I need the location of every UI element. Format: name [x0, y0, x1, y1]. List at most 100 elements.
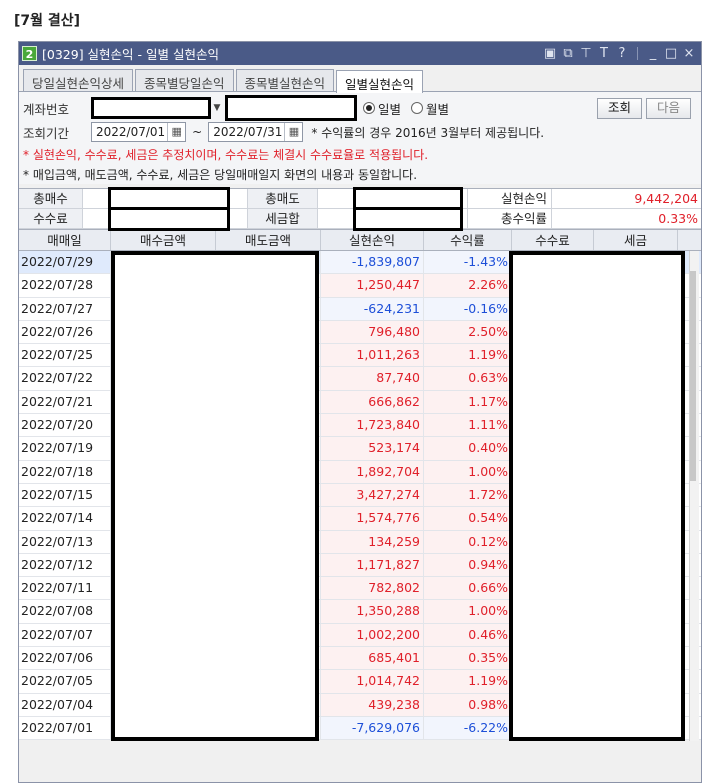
tab-bar: 당일실현손익상세 종목별당일손익 종목별실현손익 일별실현손익: [19, 65, 701, 93]
period-label: 조회기간: [23, 125, 70, 141]
header-buy-amount[interactable]: 매수금액: [111, 230, 216, 250]
header-trade-date[interactable]: 매매일: [19, 230, 111, 250]
close-icon[interactable]: ×: [681, 46, 697, 62]
minimize-icon[interactable]: _: [645, 46, 661, 62]
return-rate-cell: 0.40%: [424, 437, 512, 460]
realized-pnl-cell: 1,171,827: [321, 553, 424, 577]
trade-date-cell: 2022/07/27: [19, 297, 111, 320]
trade-date-cell: 2022/07/01: [19, 716, 111, 740]
return-rate-cell: -0.16%: [424, 297, 512, 320]
trade-date-cell: 2022/07/26: [19, 320, 111, 344]
total-return-label: 총수익률: [468, 209, 552, 228]
return-rate-cell: 0.94%: [424, 553, 512, 577]
return-rate-cell: 1.72%: [424, 483, 512, 507]
tax-total-value: [318, 207, 468, 231]
trade-date-cell: 2022/07/07: [19, 623, 111, 647]
trade-date-cell: 2022/07/15: [19, 483, 111, 507]
realized-pnl-window: 2 [0329] 실현손익 - 일별 실현손익 ▣ ⧉ ⊤ T ? _ □ × …: [18, 41, 702, 783]
trade-date-cell: 2022/07/11: [19, 577, 111, 600]
realized-pnl-cell: 1,014,742: [321, 670, 424, 693]
trade-date-cell: 2022/07/18: [19, 460, 111, 483]
return-rate-cell: -6.22%: [424, 716, 512, 740]
scrollbar-thumb[interactable]: [690, 271, 696, 481]
new-window-icon[interactable]: ⧉: [560, 46, 576, 62]
tab-daily-realized-detail[interactable]: 당일실현손익상세: [23, 69, 134, 91]
calendar-icon[interactable]: ▦: [167, 123, 185, 141]
grid-body: 2022/07/29 -1,839,807 -1.43% 2022/07/28 1,25…: [19, 251, 701, 741]
trade-date-cell: 2022/07/20: [19, 414, 111, 437]
header-sell-amount[interactable]: 매도금액: [216, 230, 321, 250]
calendar-icon[interactable]: ▦: [284, 123, 302, 141]
trade-date-cell: 2022/07/14: [19, 507, 111, 530]
header-fee[interactable]: 수수료: [512, 230, 594, 250]
end-date-field[interactable]: 2022/07/31 ▦: [208, 122, 304, 142]
return-rate-cell: 0.35%: [424, 647, 512, 670]
return-rate-cell: 1.00%: [424, 600, 512, 623]
trade-date-cell: 2022/07/12: [19, 553, 111, 577]
help-icon[interactable]: ?: [614, 46, 630, 62]
pin-icon[interactable]: ⊤: [578, 46, 594, 62]
window-titlebar[interactable]: 2 [0329] 실현손익 - 일별 실현손익 ▣ ⧉ ⊤ T ? _ □ ×: [19, 42, 701, 65]
summary-table: 총매수 총매도 실현손익 9,442,204 수수료 세금합 총수익률 0.33…: [19, 187, 701, 231]
fee-tax-redacted: [509, 251, 685, 741]
return-rate-cell: 1.19%: [424, 344, 512, 367]
date-separator: ~: [192, 125, 203, 139]
radio-monthly[interactable]: 월별: [411, 99, 449, 118]
trade-date-cell: 2022/07/28: [19, 274, 111, 297]
radio-daily-label: 일별: [378, 101, 402, 117]
end-date-value: 2022/07/31: [213, 125, 283, 139]
radio-dot-daily[interactable]: [363, 102, 375, 114]
trade-date-cell: 2022/07/05: [19, 670, 111, 693]
grid-header: 매매일 매수금액 매도금액 실현손익 수익률 수수료 세금: [19, 229, 701, 251]
buy-sell-amounts-redacted: [111, 251, 319, 741]
realized-pnl-cell: 666,862: [321, 390, 424, 414]
realized-pnl-cell: 782,802: [321, 577, 424, 600]
realized-pnl-cell: 685,401: [321, 647, 424, 670]
return-rate-cell: 1.00%: [424, 460, 512, 483]
start-date-field[interactable]: 2022/07/01 ▦: [91, 122, 187, 142]
realized-pnl-cell: 1,350,288: [321, 600, 424, 623]
return-rate-cell: 1.19%: [424, 670, 512, 693]
return-rate-cell: -1.43%: [424, 251, 512, 274]
maximize-icon[interactable]: □: [663, 46, 679, 62]
tab-daily-realized-pnl[interactable]: 일별실현손익: [336, 70, 424, 93]
fee-value: [83, 207, 248, 231]
header-spacer: [678, 230, 701, 250]
start-date-value: 2022/07/01: [96, 125, 166, 139]
header-return-rate[interactable]: 수익률: [424, 230, 512, 250]
chevron-down-icon[interactable]: ▼: [211, 99, 223, 117]
control-divider: [637, 47, 638, 60]
trade-date-cell: 2022/07/06: [19, 647, 111, 670]
account-label: 계좌번호: [23, 101, 70, 117]
return-rate-cell: 1.11%: [424, 414, 512, 437]
tab-stock-daily-pnl[interactable]: 종목별당일손익: [135, 69, 234, 91]
tab-stock-realized-pnl[interactable]: 종목별실현손익: [235, 69, 335, 91]
total-buy-label: 총매수: [19, 189, 83, 208]
realized-pnl-value: 9,442,204: [552, 189, 701, 208]
realized-pnl-cell: 796,480: [321, 320, 424, 344]
next-button[interactable]: 다음: [645, 97, 691, 119]
period-note: * 수익률의 경우 2016년 3월부터 제공됩니다.: [311, 125, 545, 140]
trade-date-cell: 2022/07/19: [19, 437, 111, 460]
search-button[interactable]: 조회: [596, 97, 642, 119]
trade-date-cell: 2022/07/22: [19, 367, 111, 390]
info-note: * 매입금액, 매도금액, 수수료, 세금은 당일매매일지 화면의 내용과 동일…: [23, 167, 418, 182]
realized-pnl-cell: 134,259: [321, 530, 424, 553]
radio-dot-monthly[interactable]: [411, 102, 424, 114]
account-number-redacted[interactable]: [91, 97, 211, 119]
realized-pnl-cell: 1,002,200: [321, 623, 424, 647]
return-rate-cell: 0.63%: [424, 367, 512, 390]
filter-panel: 계좌번호 ▼ 일별 월별 조회 다음 조회기간 2022/07/01 ▦ ~ 2…: [19, 92, 701, 184]
header-tax[interactable]: 세금: [594, 230, 678, 250]
restore-window-icon[interactable]: ▣: [542, 46, 558, 62]
vertical-scrollbar[interactable]: [689, 251, 699, 741]
font-size-icon[interactable]: T: [596, 46, 612, 62]
return-rate-cell: 2.50%: [424, 320, 512, 344]
header-realized-pnl[interactable]: 실현손익: [321, 230, 424, 250]
total-return-value: 0.33%: [552, 209, 701, 228]
trade-date-cell: 2022/07/08: [19, 600, 111, 623]
realized-pnl-cell: -1,839,807: [321, 251, 424, 274]
fee-label: 수수료: [19, 209, 83, 228]
total-sell-value: [318, 187, 468, 211]
radio-daily[interactable]: 일별: [363, 99, 401, 118]
